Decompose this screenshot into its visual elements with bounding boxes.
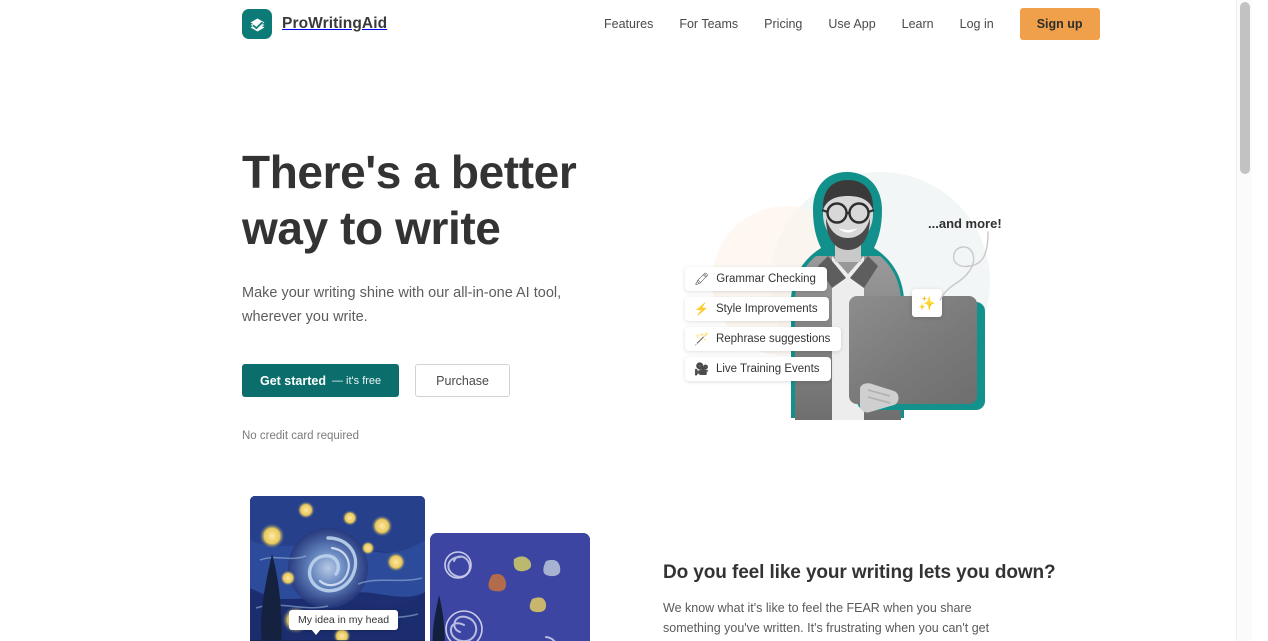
crude-drawing-image	[430, 533, 590, 641]
brand-name: ProWritingAid	[282, 15, 388, 32]
nav-item-learn[interactable]: Learn	[889, 9, 947, 39]
feature-chip-label: Grammar Checking	[716, 273, 816, 285]
nav-item-for-teams[interactable]: For Teams	[666, 9, 751, 39]
section2-body: We know what it's like to feel the FEAR …	[663, 601, 990, 636]
magic-wand-icon: 🪄	[694, 332, 709, 346]
brand-logo-link[interactable]: ProWritingAid	[242, 9, 387, 39]
feature-chip-label: Rephrase suggestions	[715, 333, 831, 345]
get-started-label: Get started	[260, 373, 326, 388]
movie-camera-icon: 🎥	[694, 362, 709, 376]
hero-illustration: ✨ ...and more! 🖍 Grammar Checking ⚡ Style I…	[660, 144, 1030, 444]
nav-item-pricing[interactable]: Pricing	[751, 9, 815, 39]
page-root: ProWritingAid Features For Teams Pricing…	[0, 0, 1252, 641]
get-started-button[interactable]: Get started — it's free	[242, 364, 400, 398]
purchase-button[interactable]: Purchase	[415, 364, 510, 398]
section2-title: Do you feel like your writing lets you d…	[663, 562, 1056, 583]
hero-copy: There's a better way to write Make your …	[242, 144, 632, 442]
feature-chip: 🎥 Live Training Events	[685, 357, 831, 381]
vertical-scrollbar[interactable]	[1236, 0, 1252, 641]
stacked-pages-checkmark-icon	[242, 9, 272, 39]
hero-cta-group: Get started — it's free Purchase	[242, 364, 632, 398]
and-more-annotation: ...and more!	[928, 216, 1002, 231]
before-after-artwork: My idea in my head	[242, 496, 602, 641]
feature-chip: 🪄 Rephrase suggestions	[685, 327, 842, 351]
no-credit-card-note: No credit card required	[242, 430, 359, 443]
feature-chip: 🖍 Grammar Checking	[685, 267, 827, 291]
hero-title-line-2: way to write	[242, 202, 501, 255]
hero-subtitle: Make your writing shine with our all-in-…	[242, 285, 562, 325]
pen-icon: 🖍	[694, 272, 710, 286]
nav-item-features[interactable]: Features	[604, 9, 666, 39]
site-header: ProWritingAid Features For Teams Pricing…	[0, 0, 1252, 48]
vertical-scroll-thumb[interactable]	[1240, 2, 1250, 174]
writing-lets-you-down-section: My idea in my head Do you feel like your…	[0, 470, 1252, 641]
feature-chip: ⚡ Style Improvements	[685, 297, 829, 321]
hand-icon	[859, 383, 899, 413]
idea-callout-label: My idea in my head	[289, 610, 399, 635]
balloon-squiggle-icon	[939, 231, 989, 301]
feature-chip-list: 🖍 Grammar Checking ⚡ Style Improvements 🪄 Rep…	[685, 267, 842, 381]
section2-text-column: Do you feel like your writing lets you d…	[663, 562, 1056, 641]
nav-item-log-in[interactable]: Log in	[947, 9, 1007, 39]
hero-title-line-1: There's a better	[242, 146, 577, 198]
lightning-bolt-icon: ⚡	[694, 302, 709, 316]
page-title: There's a better way to write	[242, 144, 632, 256]
sign-up-button[interactable]: Sign up	[1019, 8, 1100, 40]
get-started-sublabel: — it's free	[332, 374, 382, 387]
nav-item-use-app[interactable]: Use App	[815, 9, 888, 39]
feature-chip-label: Style Improvements	[715, 303, 818, 315]
primary-nav: Features For Teams Pricing Use App Learn…	[604, 8, 1100, 40]
feature-chip-label: Live Training Events	[715, 363, 820, 375]
hero-section: There's a better way to write Make your …	[0, 48, 1252, 503]
